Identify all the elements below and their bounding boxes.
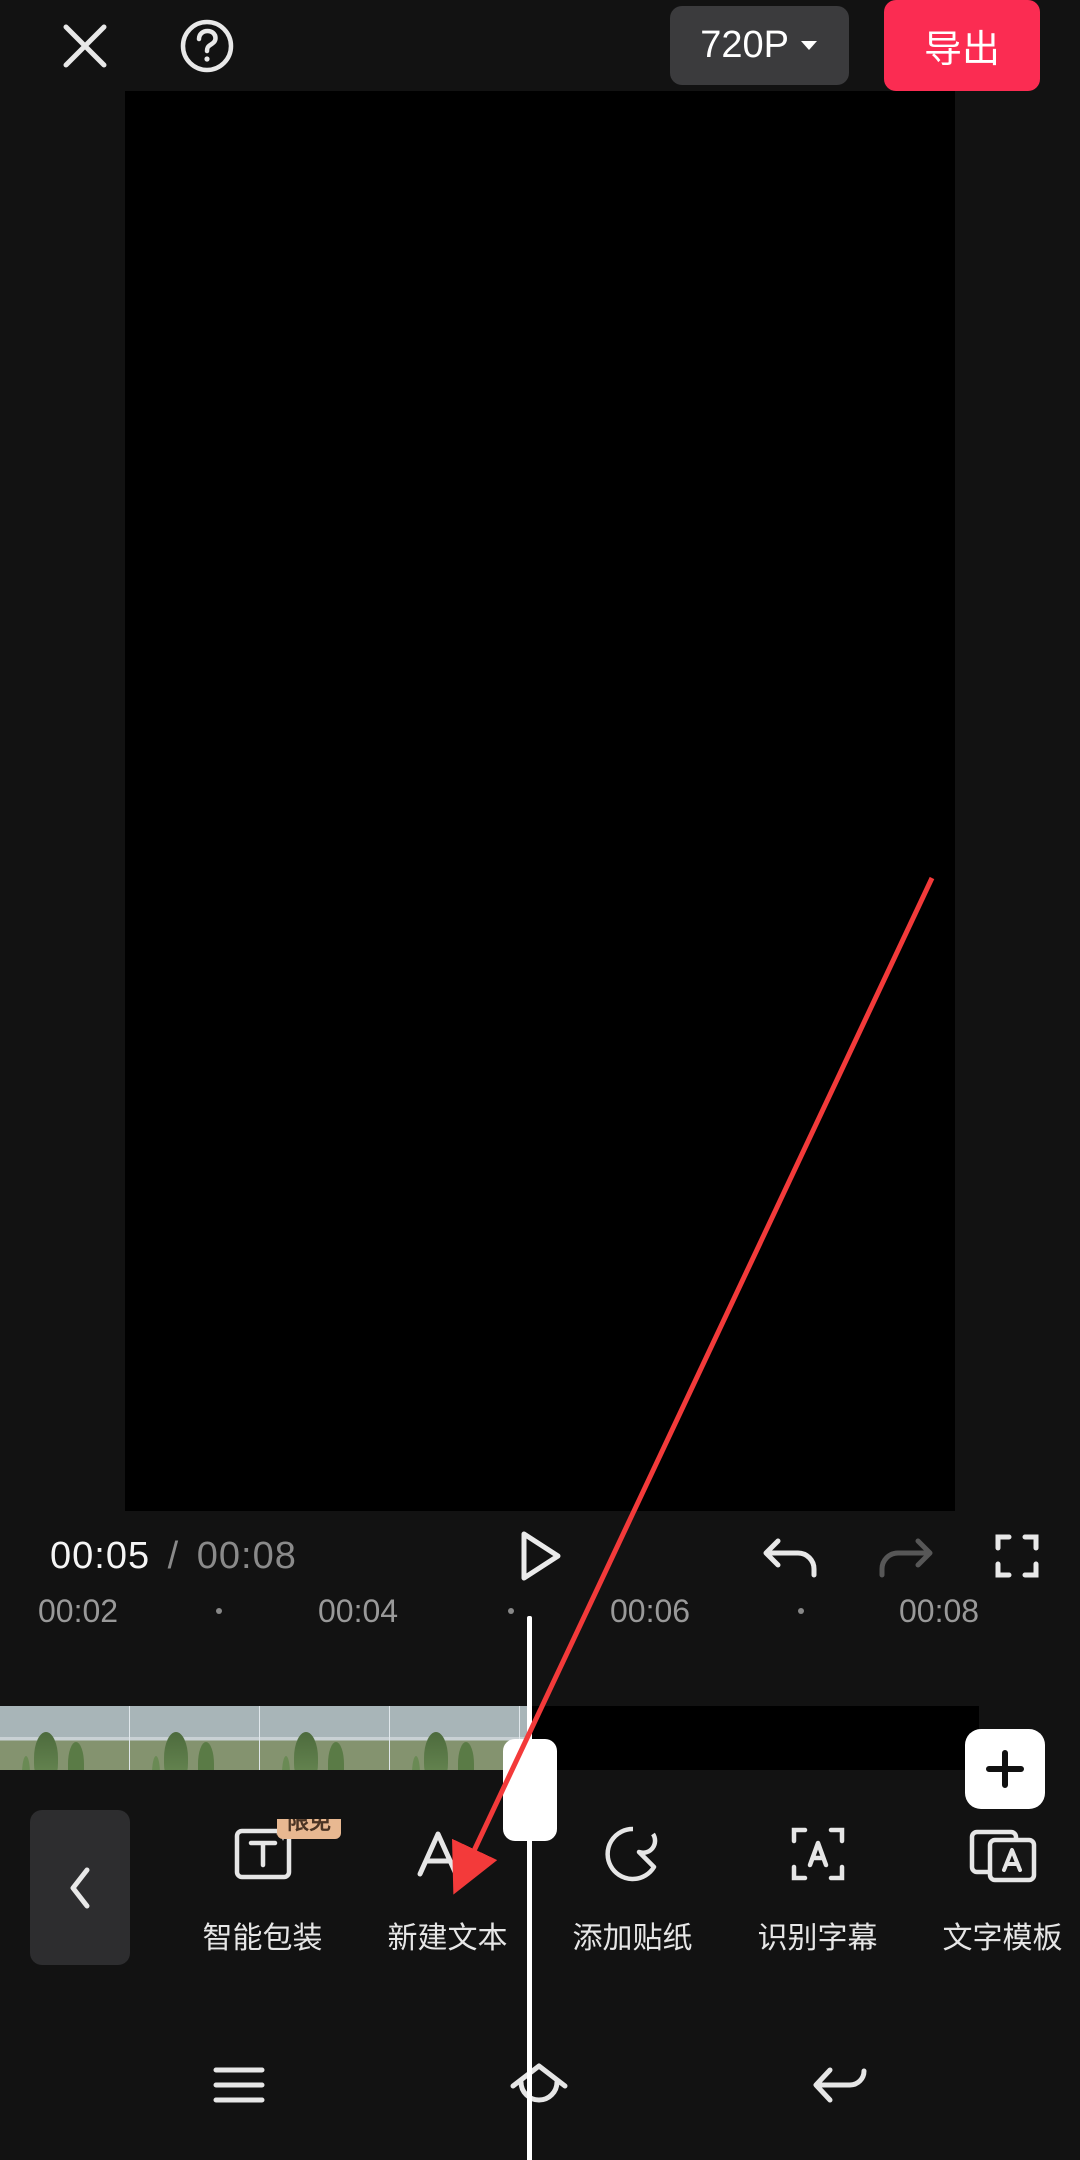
current-time: 00:05 bbox=[50, 1535, 150, 1577]
menu-icon bbox=[210, 2064, 268, 2106]
tool-recognize-subtitles[interactable]: 识别字幕 bbox=[725, 1819, 910, 1957]
resolution-label: 720P bbox=[700, 24, 789, 67]
sticker-icon bbox=[603, 1819, 663, 1889]
video-preview-canvas bbox=[125, 91, 955, 1511]
back-icon bbox=[810, 2062, 870, 2108]
subtitle-recognize-icon bbox=[788, 1819, 848, 1889]
add-clip-button[interactable] bbox=[965, 1729, 1045, 1809]
time-separator: / bbox=[168, 1535, 180, 1577]
nav-recents-button[interactable] bbox=[210, 2064, 268, 2106]
fullscreen-button[interactable] bbox=[994, 1533, 1040, 1579]
home-icon bbox=[507, 2060, 571, 2110]
close-button[interactable] bbox=[60, 21, 110, 71]
help-button[interactable] bbox=[180, 19, 234, 73]
tool-smart-package[interactable]: 限免 智能包装 bbox=[170, 1819, 355, 1957]
redo-button[interactable] bbox=[878, 1531, 934, 1581]
plus-icon bbox=[984, 1748, 1026, 1790]
free-badge: 限免 bbox=[277, 1819, 341, 1839]
nav-home-button[interactable] bbox=[507, 2060, 571, 2110]
tool-text-template[interactable]: 文字模板 bbox=[910, 1819, 1080, 1957]
toolbar-back-button[interactable] bbox=[30, 1810, 130, 1965]
chevron-down-icon bbox=[799, 39, 819, 53]
clip-trim-handle[interactable] bbox=[503, 1739, 557, 1841]
play-button[interactable] bbox=[518, 1530, 562, 1582]
text-plus-icon bbox=[412, 1819, 484, 1889]
time-display: 00:05 / 00:08 bbox=[50, 1535, 297, 1578]
chevron-left-icon bbox=[67, 1866, 93, 1910]
tool-label: 添加贴纸 bbox=[573, 1913, 693, 1957]
playhead[interactable] bbox=[527, 1616, 532, 2160]
nav-back-button[interactable] bbox=[810, 2062, 870, 2108]
tool-label: 智能包装 bbox=[203, 1913, 323, 1957]
export-label: 导出 bbox=[924, 29, 1000, 71]
tool-label: 识别字幕 bbox=[758, 1913, 878, 1957]
text-template-icon bbox=[968, 1819, 1038, 1889]
preview-area[interactable] bbox=[0, 91, 1080, 1531]
tool-label: 文字模板 bbox=[943, 1913, 1063, 1957]
timeline-ruler[interactable]: 00:02 00:04 00:06 00:08 bbox=[0, 1581, 1080, 1611]
undo-button[interactable] bbox=[762, 1531, 818, 1581]
resolution-dropdown[interactable]: 720P bbox=[670, 6, 849, 85]
tool-add-sticker[interactable]: 添加贴纸 bbox=[540, 1819, 725, 1957]
total-time: 00:08 bbox=[197, 1535, 297, 1577]
export-button[interactable]: 导出 bbox=[884, 0, 1040, 91]
tool-label: 新建文本 bbox=[388, 1913, 508, 1957]
